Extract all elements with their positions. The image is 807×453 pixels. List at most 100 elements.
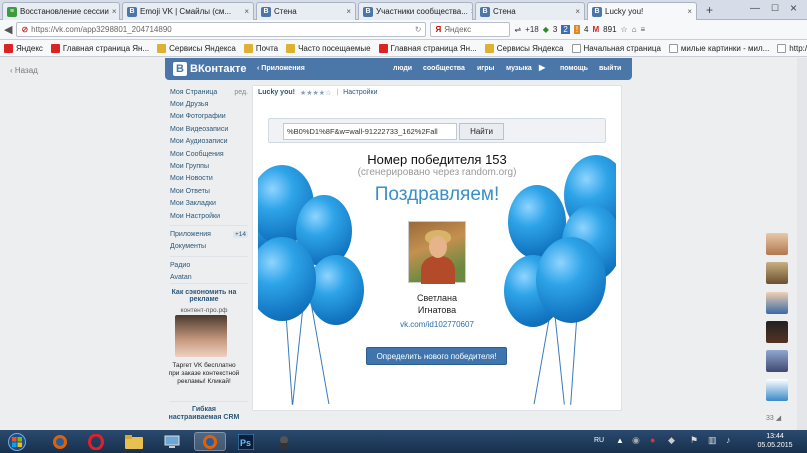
nav-logout[interactable]: выйти	[599, 65, 621, 72]
search-engine-box[interactable]: Я Яндекс	[430, 22, 511, 37]
menu-icon[interactable]: ≡	[641, 25, 646, 34]
flag-icon[interactable]: ⚑	[690, 435, 698, 446]
tray-icon[interactable]: ◆	[668, 435, 675, 446]
winner-name[interactable]: Светлана Игнатова	[396, 292, 478, 316]
friends-counter[interactable]: 33 ◢	[766, 414, 781, 422]
taskbar-explorer[interactable]	[118, 432, 150, 451]
taskbar-firefox[interactable]	[44, 432, 76, 451]
page-scrollbar[interactable]	[797, 58, 807, 430]
app-settings-link[interactable]: Настройки	[343, 89, 377, 97]
ad-image[interactable]	[175, 315, 227, 357]
app-title[interactable]: Lucky you!	[258, 89, 295, 97]
bookmark-item[interactable]: Начальная страница	[571, 43, 661, 53]
tab-lucky-you[interactable]: В Lucky you! ×	[587, 2, 697, 20]
new-tab-button[interactable]: +	[706, 3, 713, 17]
nav-people[interactable]: люди	[393, 65, 412, 72]
taskbar-firefox-active[interactable]	[194, 432, 226, 451]
menu-bookmarks[interactable]: Мои Закладки	[170, 198, 248, 210]
taskbar-photoshop[interactable]: Ps	[230, 432, 262, 451]
ad-heading-2[interactable]: Гибкая настраиваемая CRM	[168, 406, 240, 422]
tray-icon[interactable]: ◉	[632, 435, 640, 446]
bookmark-item[interactable]: Сервисы Яндекса	[157, 43, 236, 53]
gmail-icon[interactable]: M	[593, 25, 600, 34]
back-link[interactable]: ‹ Назад	[10, 66, 38, 75]
notification-counter[interactable]: +18	[525, 25, 539, 34]
close-window-button[interactable]: ×	[790, 1, 797, 15]
bookmark-yandex[interactable]: Яндекс	[4, 43, 43, 53]
friend-avatar[interactable]	[766, 350, 788, 372]
close-icon[interactable]: ×	[112, 7, 117, 16]
nav-help[interactable]: помощь	[560, 65, 588, 72]
ad-heading[interactable]: Как сэкономить на рекламе	[168, 289, 240, 303]
star-icon[interactable]: ☆	[621, 25, 628, 34]
back-arrow-icon[interactable]: ◀	[4, 23, 12, 36]
close-icon[interactable]: ×	[575, 7, 580, 16]
tab-members[interactable]: В Участники сообщества... ×	[358, 2, 473, 20]
tab-wall-2[interactable]: В Стена ×	[475, 2, 585, 20]
apps-link[interactable]: ‹ Приложения	[257, 65, 305, 72]
close-icon[interactable]: ×	[687, 7, 692, 16]
friend-avatar[interactable]	[766, 233, 788, 255]
bookmark-item[interactable]: Сервисы Яндекса	[484, 43, 564, 53]
taskbar-opera[interactable]	[80, 432, 112, 451]
menu-apps[interactable]: Приложения +14	[170, 228, 248, 240]
tab-emoji-vk[interactable]: В Emoji VK | Смайлы (см... ×	[122, 2, 254, 20]
menu-news[interactable]: Мои Новости	[170, 173, 248, 185]
friend-avatar[interactable]	[766, 262, 788, 284]
menu-messages[interactable]: Мои Сообщения	[170, 148, 248, 160]
bookmark-item[interactable]: http://photoshop.vse-...	[777, 43, 807, 53]
bookmark-item[interactable]: Часто посещаемые	[286, 43, 371, 53]
edit-link[interactable]: ред.	[234, 89, 248, 96]
start-button[interactable]	[2, 432, 32, 451]
close-icon[interactable]: ×	[244, 7, 249, 16]
menu-videos[interactable]: Мои Видеозаписи	[170, 123, 248, 135]
minimize-button[interactable]: —	[750, 3, 760, 14]
tray-expand-icon[interactable]: ▲	[616, 436, 624, 445]
tray-icon[interactable]: ●	[650, 435, 655, 445]
winner-profile-link[interactable]: vk.com/id102770607	[385, 320, 489, 329]
menu-avatan[interactable]: Avatan	[170, 271, 248, 283]
network-icon[interactable]: ▥	[708, 435, 717, 446]
nav-communities[interactable]: сообщества	[423, 65, 465, 72]
close-icon[interactable]: ×	[346, 7, 351, 16]
reload-icon[interactable]: ↻	[415, 25, 422, 34]
menu-my-page[interactable]: Моя Страница ред.	[170, 86, 248, 98]
friend-avatar[interactable]	[766, 292, 788, 314]
nav-music[interactable]: музыка	[506, 65, 532, 72]
extension-icon-2[interactable]: 2	[561, 25, 570, 34]
tab-wall[interactable]: В Стена ×	[256, 2, 356, 20]
close-icon[interactable]: ×	[471, 7, 472, 16]
maximize-button[interactable]: ☐	[771, 3, 779, 14]
menu-documents[interactable]: Документы	[170, 241, 248, 253]
menu-answers[interactable]: Мои Ответы	[170, 185, 248, 197]
menu-friends[interactable]: Мои Друзья	[170, 98, 248, 110]
bookmark-item[interactable]: Главная страница Ян...	[50, 43, 149, 53]
menu-groups[interactable]: Мои Группы	[170, 160, 248, 172]
vk-logo[interactable]: В ВКонтакте	[173, 62, 247, 76]
menu-photos[interactable]: Мои Фотографии	[170, 111, 248, 123]
menu-audio[interactable]: Мои Аудиозаписи	[170, 136, 248, 148]
menu-radio[interactable]: Радио	[170, 259, 248, 271]
friend-avatar[interactable]	[766, 321, 788, 343]
clock[interactable]: 13:44 05.05.2015	[752, 432, 798, 450]
language-indicator[interactable]: RU	[594, 437, 604, 444]
taskbar-game[interactable]	[268, 432, 300, 451]
taskbar-app[interactable]	[156, 432, 188, 451]
new-winner-button[interactable]: Определить нового победителя!	[366, 347, 507, 365]
bookmark-item[interactable]: Почта	[243, 43, 278, 53]
post-url-input[interactable]: %B0%D1%8F&w=wall-91222733_162%2Fall	[283, 123, 457, 140]
ad-text[interactable]: Таргет VK бесплатно при заказе контекстн…	[168, 362, 240, 386]
extension-icon-3[interactable]: !	[573, 25, 581, 34]
menu-settings[interactable]: Мои Настройки	[170, 210, 248, 222]
extension-icon[interactable]: ◆	[543, 25, 549, 34]
url-input[interactable]: ⊘ https://vk.com/app3298801_204714890 ↻	[16, 22, 427, 37]
find-button[interactable]: Найти	[459, 123, 504, 140]
friend-avatar[interactable]	[766, 379, 788, 401]
home-icon[interactable]: ⌂	[632, 25, 637, 34]
music-play-icon[interactable]: ▶	[539, 63, 545, 72]
bookmark-item[interactable]: милые картинки - мил...	[668, 43, 769, 53]
tab-restore-session[interactable]: ≡ Восстановление сессии ×	[2, 2, 120, 20]
sync-icon[interactable]: ⇌	[514, 25, 521, 34]
nav-games[interactable]: игры	[477, 65, 494, 72]
bookmark-item[interactable]: Главная страница Ян...	[378, 43, 477, 53]
